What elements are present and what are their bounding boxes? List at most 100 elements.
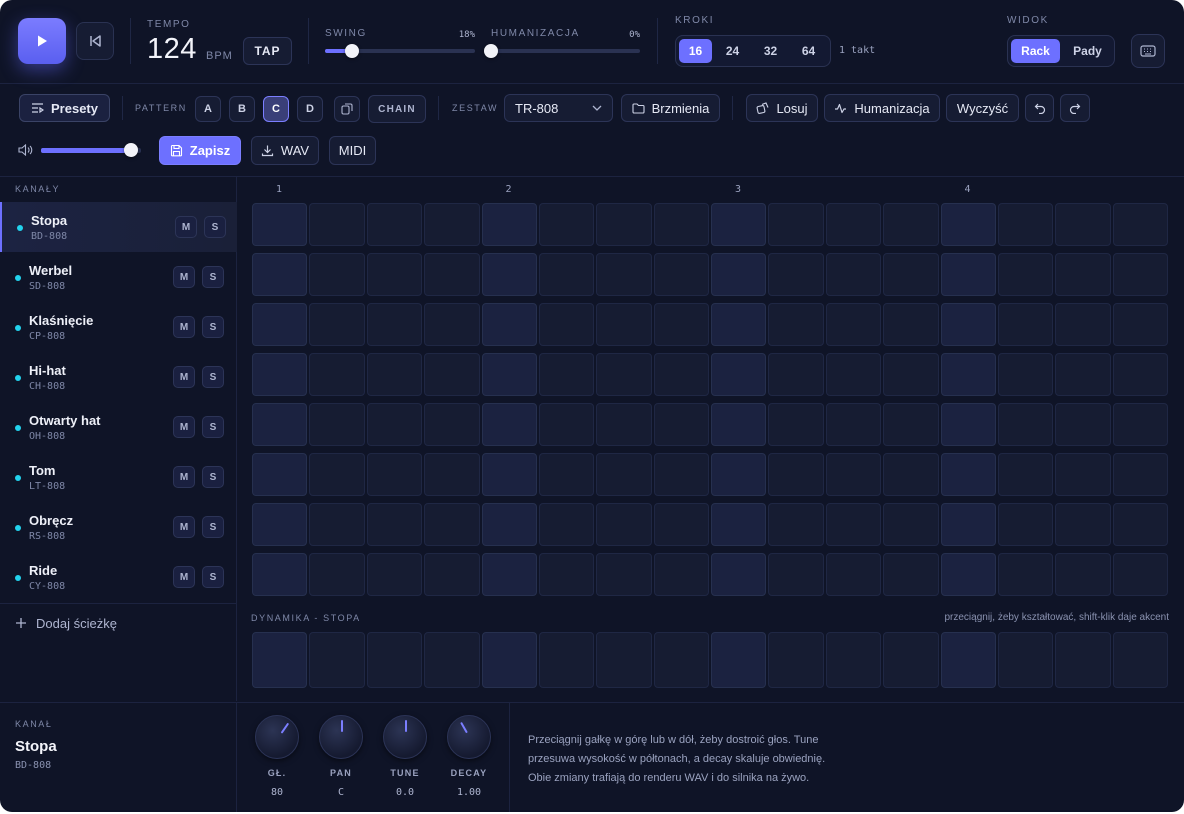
step-cell[interactable]: [825, 453, 882, 496]
step-cell[interactable]: [768, 553, 824, 596]
knob-dial[interactable]: [319, 715, 363, 759]
steps-option-64[interactable]: 64: [792, 39, 825, 63]
track-row[interactable]: Hi-hat CH-808 M S: [0, 352, 237, 402]
steps-option-16[interactable]: 16: [679, 39, 712, 63]
clear-button[interactable]: Wyczyść: [946, 94, 1019, 122]
knob-dial[interactable]: [255, 715, 299, 759]
solo-button[interactable]: S: [204, 216, 226, 238]
step-cell[interactable]: [940, 203, 996, 246]
step-cell[interactable]: [309, 403, 365, 446]
step-cell[interactable]: [366, 203, 423, 246]
step-cell[interactable]: [1055, 403, 1111, 446]
step-cell[interactable]: [711, 253, 767, 296]
pattern-b-button[interactable]: B: [229, 96, 255, 122]
step-cell[interactable]: [1055, 503, 1111, 546]
step-cell[interactable]: [768, 453, 824, 496]
velocity-cell[interactable]: [1055, 632, 1111, 688]
track-row[interactable]: Werbel SD-808 M S: [0, 252, 237, 302]
step-cell[interactable]: [309, 303, 365, 346]
step-cell[interactable]: [596, 503, 652, 546]
step-cell[interactable]: [596, 203, 652, 246]
step-cell[interactable]: [825, 503, 882, 546]
track-row[interactable]: Otwarty hat OH-808 M S: [0, 402, 237, 452]
step-cell[interactable]: [940, 553, 996, 596]
step-cell[interactable]: [940, 403, 996, 446]
step-cell[interactable]: [653, 303, 709, 346]
step-cell[interactable]: [481, 503, 537, 546]
solo-button[interactable]: S: [202, 566, 224, 588]
steps-option-24[interactable]: 24: [716, 39, 749, 63]
velocity-cell[interactable]: [1112, 632, 1168, 688]
save-button[interactable]: Zapisz: [159, 136, 241, 165]
humanize-button[interactable]: Humanizacja: [824, 94, 940, 122]
step-cell[interactable]: [1112, 503, 1168, 546]
rewind-button[interactable]: [76, 22, 114, 60]
step-cell[interactable]: [366, 503, 423, 546]
step-cell[interactable]: [596, 453, 652, 496]
step-cell[interactable]: [366, 453, 423, 496]
step-cell[interactable]: [538, 403, 595, 446]
velocity-cell[interactable]: [940, 632, 996, 688]
velocity-cell[interactable]: [596, 632, 652, 688]
solo-button[interactable]: S: [202, 516, 224, 538]
step-cell[interactable]: [538, 503, 595, 546]
step-cell[interactable]: [252, 503, 308, 546]
velocity-cell[interactable]: [768, 632, 824, 688]
step-cell[interactable]: [653, 503, 709, 546]
step-cell[interactable]: [883, 303, 939, 346]
step-cell[interactable]: [653, 203, 709, 246]
step-cell[interactable]: [825, 353, 882, 396]
mute-button[interactable]: M: [173, 566, 195, 588]
step-cell[interactable]: [366, 553, 423, 596]
step-cell[interactable]: [1112, 453, 1168, 496]
mute-button[interactable]: M: [173, 466, 195, 488]
step-cell[interactable]: [538, 353, 595, 396]
step-cell[interactable]: [366, 303, 423, 346]
step-cell[interactable]: [1112, 353, 1168, 396]
step-cell[interactable]: [481, 303, 537, 346]
step-cell[interactable]: [825, 253, 882, 296]
copy-pattern-button[interactable]: [334, 96, 360, 122]
step-cell[interactable]: [940, 503, 996, 546]
step-cell[interactable]: [538, 303, 595, 346]
step-cell[interactable]: [424, 403, 480, 446]
step-cell[interactable]: [1055, 553, 1111, 596]
step-cell[interactable]: [252, 203, 308, 246]
track-row[interactable]: Klaśnięcie CP-808 M S: [0, 302, 237, 352]
step-cell[interactable]: [711, 453, 767, 496]
chain-button[interactable]: CHAIN: [368, 95, 426, 123]
mute-button[interactable]: M: [173, 516, 195, 538]
view-option-rack[interactable]: Rack: [1011, 39, 1060, 63]
step-cell[interactable]: [596, 403, 652, 446]
step-cell[interactable]: [997, 303, 1054, 346]
step-cell[interactable]: [1055, 203, 1111, 246]
step-cell[interactable]: [768, 353, 824, 396]
step-cell[interactable]: [538, 253, 595, 296]
mute-button[interactable]: M: [173, 266, 195, 288]
step-cell[interactable]: [596, 303, 652, 346]
mute-button[interactable]: M: [173, 366, 195, 388]
keyboard-shortcuts-button[interactable]: [1131, 34, 1165, 68]
random-button[interactable]: Losuj: [746, 94, 818, 122]
step-cell[interactable]: [940, 253, 996, 296]
step-cell[interactable]: [883, 253, 939, 296]
step-cell[interactable]: [309, 203, 365, 246]
step-cell[interactable]: [1055, 453, 1111, 496]
solo-button[interactable]: S: [202, 466, 224, 488]
steps-option-32[interactable]: 32: [754, 39, 787, 63]
step-cell[interactable]: [309, 503, 365, 546]
step-cell[interactable]: [711, 553, 767, 596]
track-row[interactable]: Obręcz RS-808 M S: [0, 502, 237, 552]
step-cell[interactable]: [940, 453, 996, 496]
step-cell[interactable]: [825, 553, 882, 596]
knob-dial[interactable]: [383, 715, 427, 759]
velocity-cell[interactable]: [309, 632, 365, 688]
solo-button[interactable]: S: [202, 366, 224, 388]
mute-button[interactable]: M: [175, 216, 197, 238]
step-cell[interactable]: [940, 303, 996, 346]
tempo-value[interactable]: 124: [147, 33, 197, 66]
step-cell[interactable]: [768, 253, 824, 296]
step-cell[interactable]: [653, 453, 709, 496]
velocity-cell[interactable]: [252, 632, 308, 688]
step-cell[interactable]: [309, 353, 365, 396]
